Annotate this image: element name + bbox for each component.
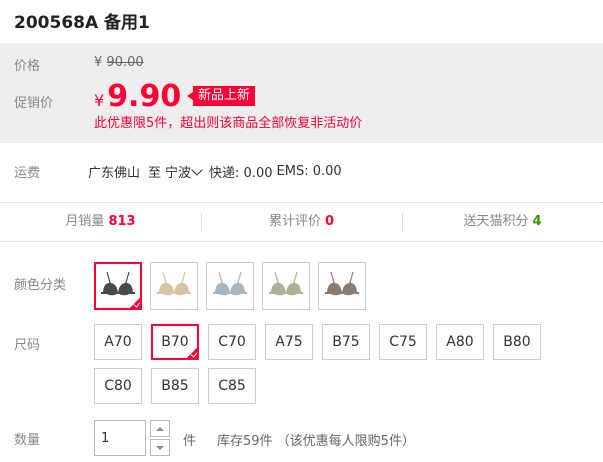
points-count: 4 <box>532 214 542 229</box>
selected-check-icon <box>129 297 141 309</box>
ship-to-word: 至 <box>148 166 162 181</box>
price-panel: 价格 ¥ 90.00 促销价 ¥ 9.90 新品上新 此优惠限5件，超出则该商品… <box>0 43 603 143</box>
size-option-a70[interactable]: A70 <box>94 324 142 360</box>
color-swatch-black[interactable] <box>94 262 142 310</box>
ems-fee: EMS: 0.00 <box>276 164 342 179</box>
monthly-sales-label: 月销量 <box>65 214 105 229</box>
color-label: 颜色分类 <box>14 278 67 293</box>
price-label: 价格 <box>14 59 41 74</box>
monthly-sales-count: 813 <box>108 214 136 229</box>
shipping-label: 运费 <box>14 166 41 181</box>
size-options: A70 B70 C70 A75 B75 C75 A80 B80 C80 B85 C85 <box>94 324 564 404</box>
review-count[interactable]: 累计评价 0 <box>201 203 402 241</box>
quantity-row: 数量 件 库存59件 （该优惠每人限购5件） <box>0 418 603 458</box>
arrow-down-icon <box>156 445 164 450</box>
shipping-info: 广东佛山 至 宁波 快递: 0.00 EMS: 0.00 <box>88 162 342 181</box>
monthly-sales: 月销量 813 <box>0 203 201 241</box>
quantity-unit: 件 <box>183 434 197 449</box>
size-option-c85[interactable]: C85 <box>208 368 256 404</box>
points-label: 送天猫积分 <box>463 214 529 229</box>
selected-check-icon <box>186 347 198 359</box>
shipping-row: 运费 广东佛山 至 宁波 快递: 0.00 EMS: 0.00 <box>0 160 603 184</box>
color-swatch-beige[interactable] <box>150 262 198 310</box>
size-option-b70[interactable]: B70 <box>151 324 199 360</box>
quantity-input[interactable] <box>94 420 146 456</box>
size-option-b85[interactable]: B85 <box>151 368 199 404</box>
destination-selector[interactable]: 宁波 <box>165 162 205 181</box>
stats-bar: 月销量 813 累计评价 0 送天猫积分 4 <box>0 202 603 242</box>
color-swatch-taupe[interactable] <box>318 262 366 310</box>
promo-currency-symbol: ¥ <box>94 91 105 110</box>
stock-note: 库存59件 （该优惠每人限购5件） <box>217 434 415 449</box>
quantity-label: 数量 <box>14 433 41 448</box>
promo-limit-note: 此优惠限5件，超出则该商品全部恢复非活动价 <box>94 116 363 131</box>
promo-price-value: 9.90 <box>107 79 182 114</box>
promo-price-label: 促销价 <box>14 96 54 111</box>
size-option-c80[interactable]: C80 <box>94 368 142 404</box>
color-swatch-sage-green[interactable] <box>262 262 310 310</box>
size-option-a75[interactable]: A75 <box>265 324 313 360</box>
bra-thumbnail <box>157 271 191 296</box>
reviews-label: 累计评价 <box>268 214 321 229</box>
express-fee: 快递: 0.00 <box>209 166 273 181</box>
color-swatches <box>94 262 366 310</box>
promo-price: ¥ 9.90 <box>94 79 181 114</box>
currency-symbol: ¥ <box>94 55 103 70</box>
original-price-value: 90.00 <box>106 55 144 70</box>
size-option-c75[interactable]: C75 <box>379 324 427 360</box>
tmall-points: 送天猫积分 4 <box>402 203 603 241</box>
color-swatch-grey-blue[interactable] <box>206 262 254 310</box>
quantity-decrease-button[interactable] <box>150 439 170 456</box>
original-price: ¥ 90.00 <box>94 55 144 70</box>
size-option-b75[interactable]: B75 <box>322 324 370 360</box>
size-option-c70[interactable]: C70 <box>208 324 256 360</box>
size-option-b80[interactable]: B80 <box>493 324 541 360</box>
bra-thumbnail <box>269 271 303 296</box>
arrow-up-icon <box>156 426 164 431</box>
new-arrival-badge: 新品上新 <box>186 86 256 106</box>
product-title: 200568A 备用1 <box>14 13 150 33</box>
ship-destination: 宁波 <box>165 166 192 181</box>
chevron-down-icon <box>191 163 203 176</box>
reviews-count: 0 <box>324 214 335 229</box>
bra-thumbnail <box>213 271 247 296</box>
size-label: 尺码 <box>14 338 41 353</box>
size-option-a80[interactable]: A80 <box>436 324 484 360</box>
bra-thumbnail <box>325 271 359 296</box>
quantity-increase-button[interactable] <box>150 420 170 437</box>
ship-from: 广东佛山 <box>88 166 141 181</box>
